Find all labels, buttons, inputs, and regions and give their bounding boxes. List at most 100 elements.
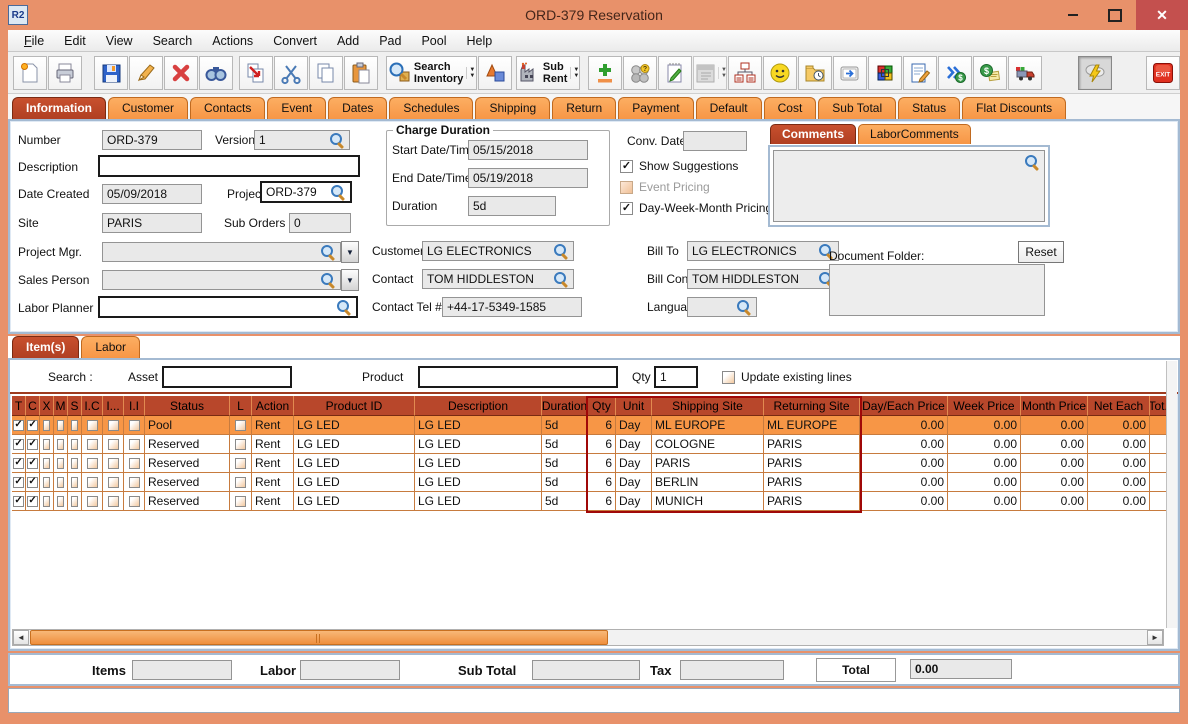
col-header-m[interactable]: M [54,396,68,416]
row-check-ii[interactable] [128,419,140,431]
cell-l[interactable] [230,416,252,435]
col-header-t[interactable]: T [12,396,26,416]
delete-button[interactable] [164,55,198,90]
row-check-l[interactable] [235,419,246,431]
number-field[interactable]: ORD-379 [102,130,202,150]
col-header-day-each-price[interactable]: Day/Each Price [860,396,948,416]
bill-contact-field[interactable]: TOM HIDDLESTON [687,269,839,289]
cell-shipping-site[interactable]: PARIS [652,454,764,473]
cell-week[interactable]: 0.00 [948,492,1021,511]
edit-button[interactable] [129,55,163,90]
row-check-m[interactable] [57,419,64,431]
cell-product-id[interactable]: LG LED [294,473,415,492]
items-tab-labor[interactable]: Labor [81,336,141,358]
project-lookup-icon[interactable] [331,184,346,200]
cell-returning-site[interactable]: PARIS [764,454,860,473]
cell-description[interactable]: LG LED [415,435,542,454]
col-header-month-price[interactable]: Month Price [1021,396,1088,416]
cell-day-each[interactable]: 0.00 [860,454,948,473]
sub-orders-field[interactable]: 0 [289,213,351,233]
row-check-ii[interactable] [128,476,140,488]
cell-duration[interactable]: 5d [542,454,588,473]
cell-net-each[interactable]: 0.00 [1088,473,1150,492]
row-check-l[interactable] [235,457,246,469]
row-check-ic[interactable] [86,495,98,507]
cell-net-each[interactable]: 0.00 [1088,435,1150,454]
billing-notes-button[interactable]: $ [973,55,1007,90]
dropdown-arrows-icon[interactable]: ▼ ▼ [570,66,579,79]
cell-day-each[interactable]: 0.00 [860,416,948,435]
row-check-t[interactable]: ✓ [13,419,24,431]
sales-person-lookup-icon[interactable] [321,272,336,288]
cubes-button[interactable] [868,55,902,90]
cell-returning-site[interactable]: ML EUROPE [764,416,860,435]
cell-shipping-site[interactable]: COLOGNE [652,435,764,454]
items-tab-item-s-[interactable]: Item(s) [12,336,80,358]
row-check-c[interactable]: ✓ [27,476,38,488]
row-check-c[interactable]: ✓ [27,438,38,450]
cell-returning-site[interactable]: PARIS [764,435,860,454]
cell-l[interactable] [230,435,252,454]
menu-item-view[interactable]: View [96,32,143,50]
cell-net-each[interactable]: 0.00 [1088,454,1150,473]
reset-button[interactable]: Reset [1018,241,1064,263]
row-check-s[interactable] [71,495,78,507]
pool-query-button[interactable]: ? [623,55,657,90]
cell-description[interactable]: LG LED [415,492,542,511]
col-header-x[interactable]: X [40,396,54,416]
row-check-ic[interactable] [86,457,98,469]
row-check-i[interactable] [107,495,119,507]
cell-month[interactable]: 0.00 [1021,435,1088,454]
scroll-thumb[interactable] [30,630,608,645]
cell-unit[interactable]: Day [616,492,652,511]
cell-duration[interactable]: 5d [542,435,588,454]
cell-action[interactable]: Rent [252,435,294,454]
row-check-t[interactable]: ✓ [13,457,24,469]
option-day-week-month-pricing-checkbox[interactable]: ✓ [620,201,633,215]
cell-action[interactable]: Rent [252,416,294,435]
menu-item-actions[interactable]: Actions [202,32,263,50]
tab-customer[interactable]: Customer [108,97,189,119]
row-check-m[interactable] [57,495,64,507]
cell-qty[interactable]: 6 [588,435,616,454]
table-row[interactable]: ✓ ✓ Reserved Rent LG LED LG LED 5d 6 Day MUNICH PA… [12,492,1174,511]
cell-product-id[interactable]: LG LED [294,435,415,454]
add-line-button[interactable] [588,55,622,90]
contact-lookup-icon[interactable] [554,271,569,287]
col-header-week-price[interactable]: Week Price [948,396,1021,416]
convert-money-button[interactable]: $ [938,55,972,90]
comments-tab-comments[interactable]: Comments [770,124,857,144]
notes-button[interactable] [658,55,692,90]
version-field[interactable]: 1 [254,130,350,150]
col-header-ic[interactable]: I.C [82,396,103,416]
cell-shipping-site[interactable]: BERLIN [652,473,764,492]
cell-returning-site[interactable]: PARIS [764,492,860,511]
site-field[interactable]: PARIS [102,213,202,233]
row-check-m[interactable] [57,438,64,450]
org-chart-button[interactable] [728,55,762,90]
row-check-s[interactable] [71,476,78,488]
col-header-l[interactable]: L [230,396,252,416]
row-check-l[interactable] [235,476,246,488]
row-check-c[interactable]: ✓ [27,457,38,469]
cell-week[interactable]: 0.00 [948,473,1021,492]
menu-item-search[interactable]: Search [143,32,203,50]
copy-button[interactable] [309,55,343,90]
row-check-i[interactable] [107,457,119,469]
tab-default[interactable]: Default [695,97,762,119]
col-header-shipping-site[interactable]: Shipping Site [652,396,764,416]
row-check-m[interactable] [57,476,64,488]
col-header-s[interactable]: S [68,396,82,416]
cell-unit[interactable]: Day [616,416,652,435]
cell-unit[interactable]: Day [616,435,652,454]
comments-lookup-icon[interactable] [1025,155,1040,170]
cell-month[interactable]: 0.00 [1021,454,1088,473]
row-check-c[interactable]: ✓ [27,495,38,507]
cell-day-each[interactable]: 0.00 [860,492,948,511]
scroll-left-button[interactable]: ◄ [13,630,29,645]
quick-action-button[interactable] [1078,55,1112,90]
col-header-returning-site[interactable]: Returning Site [764,396,860,416]
new-order-button[interactable] [13,55,47,90]
menu-item-pool[interactable]: Pool [411,32,456,50]
save-button[interactable] [94,55,128,90]
